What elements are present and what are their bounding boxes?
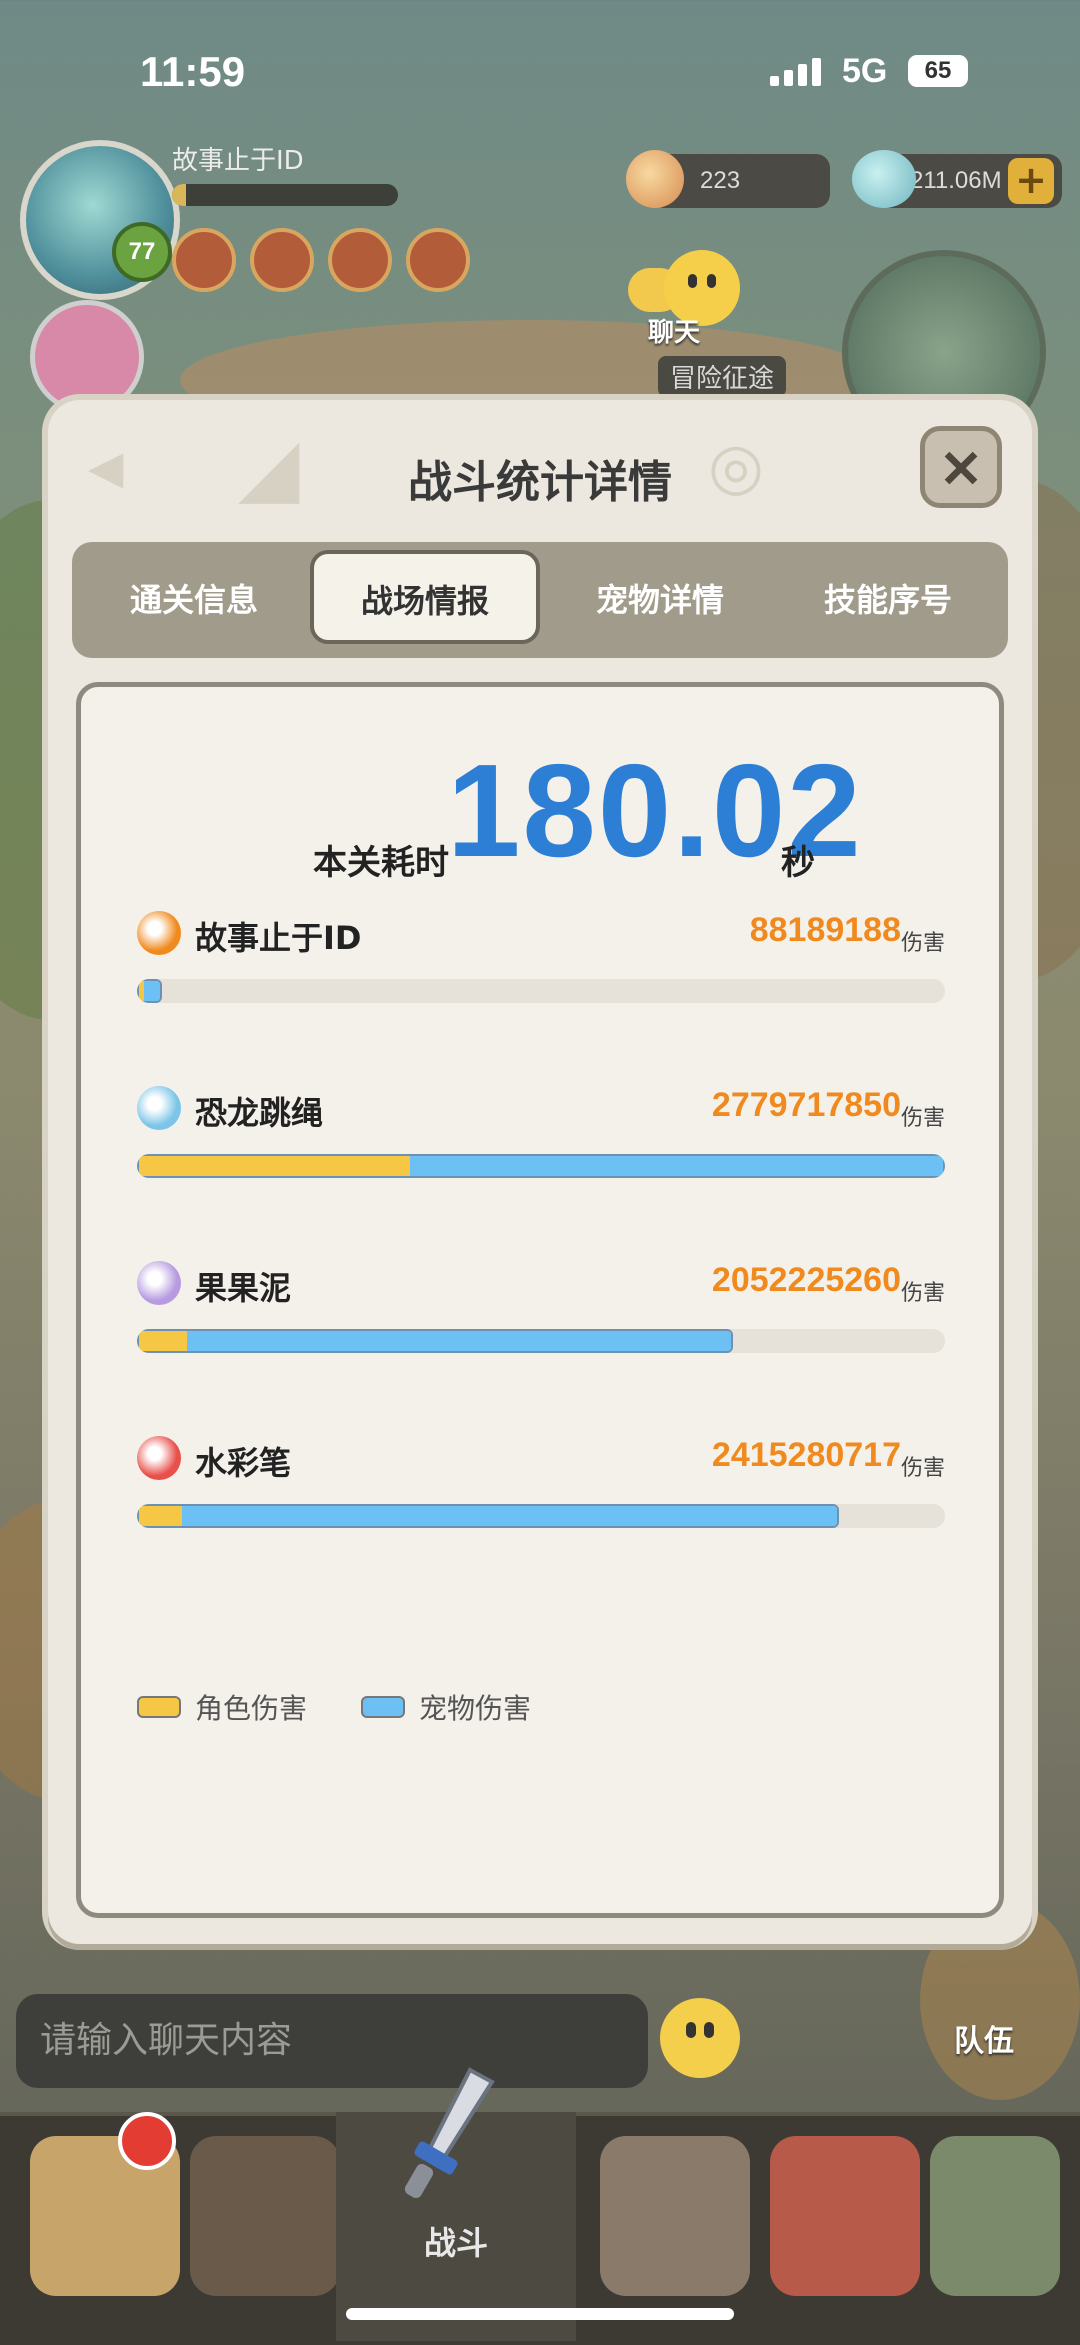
tab-pet-details[interactable]: 宠物详情 — [550, 542, 770, 658]
tab-skill-order[interactable]: 技能序号 — [778, 542, 998, 658]
sword-icon — [404, 2067, 495, 2199]
row-damage-unit: 伤害 — [900, 931, 945, 956]
row-damage-value: 2052225260 — [711, 1261, 901, 1299]
notification-badge — [118, 2112, 176, 2170]
signal-icon — [770, 58, 821, 86]
nav-character-2[interactable] — [190, 2136, 340, 2296]
exp-bar — [172, 184, 398, 206]
buff-icon[interactable] — [172, 228, 236, 292]
damage-row: 故事止于ID 88189188 伤害 — [137, 911, 945, 1031]
legend-role-swatch — [137, 1696, 181, 1718]
buff-icon[interactable] — [328, 228, 392, 292]
nav-character-4[interactable] — [770, 2136, 920, 2296]
role-damage-segment — [139, 1331, 188, 1351]
home-indicator[interactable] — [346, 2308, 734, 2320]
legend-role-label: 角色伤害 — [195, 1692, 308, 1725]
damage-bar — [137, 1329, 733, 1353]
battle-stats-dialog: ◀ ◢ ◎ 战斗统计详情 ✕ 通关信息 战场情报 宠物详情 技能序号 本关耗时 … — [48, 400, 1032, 1944]
pet-damage-segment — [181, 1506, 837, 1526]
gem-icon — [852, 150, 916, 208]
nav-battle-label[interactable]: 战斗 — [424, 2218, 488, 2264]
damage-row: 果果泥 2052225260 伤害 — [137, 1261, 945, 1381]
nav-character-5[interactable] — [930, 2136, 1060, 2296]
damage-bar-track — [137, 1504, 945, 1528]
row-damage-value: 88189188 — [749, 911, 901, 949]
row-name: 故事止于ID — [195, 919, 362, 957]
side-event-icon[interactable] — [30, 300, 144, 414]
network-type: 5G — [842, 52, 888, 90]
row-damage-value: 2779717850 — [711, 1086, 901, 1124]
buff-icon[interactable] — [250, 228, 314, 292]
chat-label[interactable]: 聊天 — [648, 312, 700, 349]
add-gem-button[interactable]: + — [1008, 158, 1054, 204]
swirl-icon — [137, 1261, 181, 1305]
battery-icon: 65 — [908, 55, 968, 87]
row-damage-unit: 伤害 — [900, 1106, 945, 1131]
adventure-label[interactable]: 冒险征途 — [658, 356, 787, 397]
level-badge: 77 — [112, 222, 172, 282]
row-damage-unit: 伤害 — [900, 1456, 945, 1481]
legend-pet-label: 宠物伤害 — [419, 1692, 532, 1725]
damage-bar-track — [137, 979, 945, 1003]
stats-panel: 本关耗时 180.02 秒 故事止于ID 88189188 伤害 恐龙跳绳 277971… — [76, 682, 1004, 1918]
row-damage-unit: 伤害 — [900, 1281, 945, 1306]
damage-row: 水彩笔 2415280717 伤害 — [137, 1436, 945, 1556]
pet-damage-segment — [409, 1156, 943, 1176]
buff-icons — [172, 228, 470, 292]
tab-battlefield-intel[interactable]: 战场情报 — [310, 550, 540, 644]
pet-damage-segment — [143, 981, 160, 1001]
egg-icon — [626, 150, 684, 208]
dino-jumprope-icon — [137, 1086, 181, 1130]
nav-character-3[interactable] — [600, 2136, 750, 2296]
status-time: 11:59 — [140, 48, 246, 95]
brush-icon — [137, 1436, 181, 1480]
pet-damage-segment — [187, 1331, 731, 1351]
close-button[interactable]: ✕ — [920, 426, 1002, 508]
damage-bar-track — [137, 1329, 945, 1353]
damage-bar — [137, 1504, 839, 1528]
crossed-swords-icon — [137, 911, 181, 955]
tab-clear-info[interactable]: 通关信息 — [84, 542, 304, 658]
damage-bar — [137, 1154, 945, 1178]
buff-icon[interactable] — [406, 228, 470, 292]
damage-bar — [137, 979, 162, 1003]
damage-bar-track — [137, 1154, 945, 1178]
legend-pet-swatch — [361, 1696, 406, 1718]
row-name: 恐龙跳绳 — [195, 1094, 324, 1132]
tab-bar: 通关信息 战场情报 宠物详情 技能序号 — [72, 542, 1008, 658]
emoji-button[interactable] — [660, 1998, 740, 2078]
row-damage-value: 2415280717 — [711, 1436, 901, 1474]
legend: 角色伤害 宠物伤害 — [137, 1687, 531, 1727]
row-name: 水彩笔 — [195, 1444, 292, 1482]
role-damage-segment — [139, 1156, 410, 1176]
team-button[interactable]: 队伍 — [954, 2016, 1014, 2060]
row-name: 果果泥 — [195, 1269, 292, 1307]
dialog-title: 战斗统计详情 — [408, 457, 672, 508]
role-damage-segment — [139, 1506, 182, 1526]
time-unit: 秒 — [781, 843, 815, 883]
damage-row: 恐龙跳绳 2779717850 伤害 — [137, 1086, 945, 1206]
player-name: 故事止于ID — [172, 146, 304, 176]
chat-input[interactable]: 请输入聊天内容 — [16, 1994, 648, 2088]
time-label: 本关耗时 — [313, 843, 449, 883]
